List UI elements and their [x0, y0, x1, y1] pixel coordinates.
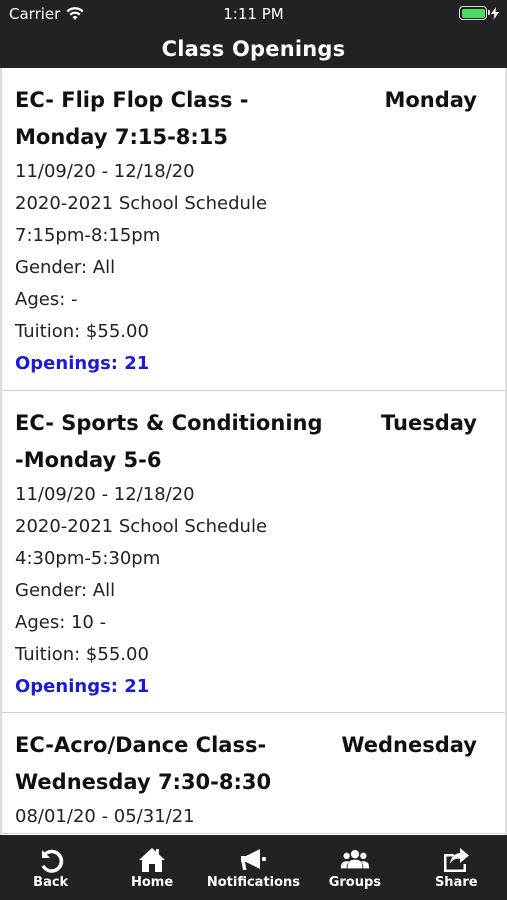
class-schedule: 2020-2021 School Schedule: [15, 516, 268, 537]
class-day: Tuesday: [381, 411, 477, 435]
class-dates: 11/09/20 - 12/18/20: [15, 484, 195, 505]
class-ages: Ages: -: [15, 289, 78, 310]
charging-bolt-icon: [491, 6, 499, 20]
class-ages: Ages: 10 -: [15, 612, 107, 633]
class-tuition: Tuition: $55.00: [15, 321, 149, 342]
tab-groups[interactable]: Groups: [305, 835, 405, 900]
class-card[interactable]: EC-Acro/Dance Class- Wednesday 7:30-8:30…: [2, 713, 505, 834]
class-card[interactable]: EC- Sports & Conditioning -Monday 5-6 Tu…: [2, 391, 505, 713]
class-time: 7:15pm-8:15pm: [15, 225, 161, 246]
class-name: EC- Flip Flop Class - Monday 7:15-8:15: [15, 88, 249, 149]
class-gender: Gender: All: [15, 257, 116, 278]
tab-bar: Back Home Notifications Groups Share: [0, 835, 507, 900]
clock: 1:11 PM: [223, 5, 284, 23]
class-dates: 08/01/20 - 05/31/21: [15, 806, 195, 827]
groups-icon: [340, 849, 370, 868]
share-icon: [444, 847, 470, 872]
class-openings: Openings: 21: [15, 353, 150, 374]
class-tuition: Tuition: $55.00: [15, 644, 149, 665]
tab-back-label: Back: [33, 874, 69, 890]
battery-indicator: [459, 6, 499, 20]
class-time: 4:30pm-5:30pm: [15, 548, 161, 569]
tab-share-label: Share: [434, 874, 478, 890]
tab-home[interactable]: Home: [102, 835, 202, 900]
class-name: EC- Sports & Conditioning -Monday 5-6: [15, 411, 323, 472]
class-gender: Gender: All: [15, 580, 116, 601]
class-day: Wednesday: [341, 733, 477, 757]
tab-share[interactable]: Share: [406, 835, 506, 900]
megaphone-icon: [241, 848, 267, 870]
class-list[interactable]: EC- Flip Flop Class - Monday 7:15-8:15 M…: [0, 68, 507, 835]
tab-home-label: Home: [130, 874, 174, 890]
tab-groups-label: Groups: [328, 874, 382, 890]
class-openings: Openings: 21: [15, 676, 150, 697]
tab-notifications[interactable]: Notifications: [203, 835, 303, 900]
status-bar: Carrier 1:11 PM: [0, 0, 507, 30]
navigation-bar: Class Openings: [0, 30, 507, 68]
page-title: Class Openings: [161, 37, 346, 61]
battery-icon: [459, 6, 490, 20]
home-icon: [139, 847, 166, 872]
class-dates: 11/09/20 - 12/18/20: [15, 161, 195, 182]
class-day: Monday: [384, 88, 477, 112]
class-name: EC-Acro/Dance Class- Wednesday 7:30-8:30: [15, 733, 272, 794]
back-arrow-icon: [41, 849, 63, 873]
tab-notifications-label: Notifications: [206, 874, 301, 890]
tab-back[interactable]: Back: [1, 835, 101, 900]
class-card[interactable]: EC- Flip Flop Class - Monday 7:15-8:15 M…: [2, 68, 505, 391]
class-schedule: 2020-2021 School Schedule: [15, 193, 268, 214]
